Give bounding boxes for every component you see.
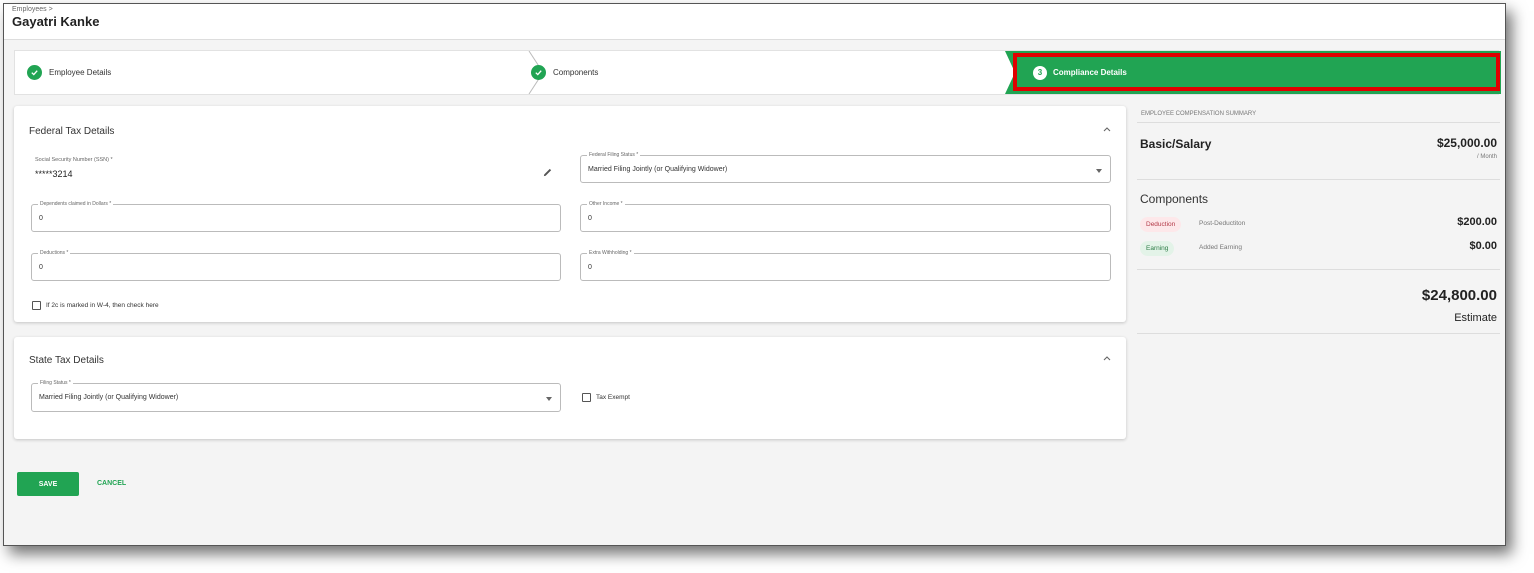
step-employee-details[interactable]: Employee Details	[27, 51, 111, 94]
divider	[1137, 179, 1500, 180]
field-value: 0	[39, 215, 43, 222]
w4-checkbox-label: If 2c is marked in W-4, then check here	[46, 302, 159, 309]
estimate-label: Estimate	[1454, 312, 1497, 324]
field-label: Federal Filing Status *	[587, 152, 641, 158]
step-components[interactable]: Components	[531, 51, 598, 94]
extra-withholding-input[interactable]: Extra Withholding * 0	[580, 250, 1111, 281]
field-value: 0	[588, 215, 592, 222]
field-label: Deductions *	[38, 250, 71, 256]
check-circle-icon	[531, 65, 546, 80]
divider	[1137, 122, 1500, 123]
component-name: Added Earning	[1199, 244, 1243, 251]
component-name: Post-Deductiton	[1199, 220, 1246, 227]
pencil-icon[interactable]	[542, 167, 553, 178]
chevron-up-icon[interactable]	[1102, 353, 1112, 363]
deductions-input[interactable]: Deductions * 0	[31, 250, 561, 281]
caret-down-icon	[546, 397, 552, 401]
component-amount: $0.00	[1469, 240, 1497, 252]
summary-heading: EMPLOYEE COMPENSATION SUMMARY	[1141, 111, 1257, 117]
step-label: Employee Details	[49, 68, 112, 77]
federal-tax-card: Federal Tax Details Social Security Numb…	[14, 106, 1126, 322]
caret-down-icon	[1096, 169, 1102, 173]
state-tax-title: State Tax Details	[29, 355, 104, 366]
divider	[1137, 333, 1500, 334]
field-value: 0	[39, 264, 43, 271]
basic-salary-label: Basic/Salary	[1140, 137, 1212, 151]
chevron-up-icon[interactable]	[1102, 124, 1112, 134]
components-title: Components	[1140, 192, 1209, 206]
ssn-label: Social Security Number (SSN) *	[35, 157, 113, 163]
per-month-label: / Month	[1476, 154, 1497, 160]
field-label: Filing Status *	[38, 380, 73, 386]
deduction-badge: Deduction	[1140, 217, 1182, 232]
basic-salary-amount: $25,000.00	[1436, 136, 1497, 150]
tax-exempt-label: Tax Exempt	[596, 394, 630, 401]
field-value: Married Filing Jointly (or Qualifying Wi…	[39, 394, 179, 401]
tax-exempt-checkbox[interactable]	[582, 393, 591, 402]
federal-tax-title: Federal Tax Details	[29, 126, 115, 137]
field-label: Other Income *	[587, 201, 625, 207]
dependents-input[interactable]: Dependents claimed in Dollars * 0	[31, 201, 561, 232]
earning-badge: Earning	[1140, 241, 1175, 256]
federal-filing-status-select[interactable]: Federal Filing Status * Married Filing J…	[580, 152, 1111, 183]
state-filing-status-select[interactable]: Filing Status * Married Filing Jointly (…	[31, 380, 561, 412]
check-circle-icon	[27, 65, 42, 80]
field-label: Dependents claimed in Dollars *	[38, 201, 114, 207]
app-window: Employees > Gayatri Kanke Employee Detai…	[3, 3, 1506, 546]
field-value: Married Filing Jointly (or Qualifying Wi…	[588, 166, 728, 173]
w4-checkbox[interactable]	[32, 301, 41, 310]
breadcrumb[interactable]: Employees >	[12, 6, 1497, 13]
step-label: Components	[553, 68, 599, 77]
net-total: $24,800.00	[1421, 287, 1497, 304]
save-button[interactable]: SAVE	[17, 472, 79, 496]
divider	[1137, 269, 1500, 270]
page-title: Gayatri Kanke	[12, 14, 100, 29]
page-header: Employees > Gayatri Kanke	[4, 4, 1505, 40]
highlight-box	[1013, 53, 1500, 91]
cancel-button[interactable]: CANCEL	[97, 480, 126, 487]
component-amount: $200.00	[1457, 216, 1497, 228]
field-label: Extra Withholding *	[587, 250, 634, 256]
state-tax-card: State Tax Details Filing Status * Marrie…	[14, 337, 1126, 439]
other-income-input[interactable]: Other Income * 0	[580, 201, 1111, 232]
field-value: 0	[588, 264, 592, 271]
ssn-value: *****3214	[35, 169, 73, 179]
